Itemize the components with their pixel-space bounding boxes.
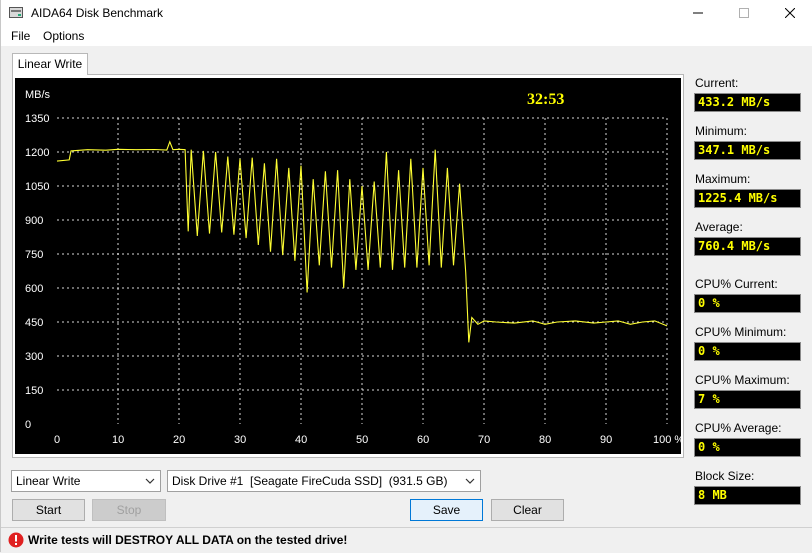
y-tick-label: 0 — [25, 419, 31, 431]
cpu-current-value: 0 % — [694, 294, 801, 313]
y-tick-label: 1050 — [25, 181, 49, 193]
status-bar: Write tests will DESTROY ALL DATA on the… — [1, 527, 812, 553]
current-label: Current: — [695, 76, 739, 90]
chart-background — [15, 78, 681, 454]
warning-text: Write tests will DESTROY ALL DATA on the… — [28, 533, 348, 547]
start-button[interactable]: Start — [12, 499, 85, 521]
chevron-down-icon — [144, 472, 156, 490]
block-size-label: Block Size: — [695, 469, 755, 483]
cpu-current-label: CPU% Current: — [695, 277, 778, 291]
maximum-value: 1225.4 MB/s — [694, 189, 801, 208]
minimize-button[interactable] — [675, 0, 721, 26]
cpu-average-value: 0 % — [694, 438, 801, 457]
y-tick-label: 1200 — [25, 147, 49, 159]
app-window: AIDA64 Disk Benchmark File Options Linea… — [0, 0, 812, 552]
maximize-button[interactable] — [721, 0, 767, 26]
y-tick-label: 450 — [25, 317, 43, 329]
drive-value: Disk Drive #1 [Seagate FireCuda SSD] (93… — [172, 474, 448, 488]
cpu-maximum-value: 7 % — [694, 390, 801, 409]
x-tick-label: 80 — [539, 434, 551, 446]
y-tick-label: 300 — [25, 351, 43, 363]
disk-icon — [9, 7, 23, 18]
x-tick-label: 40 — [295, 434, 307, 446]
drive-select[interactable]: Disk Drive #1 [Seagate FireCuda SSD] (93… — [167, 470, 481, 492]
tab-linear-write[interactable]: Linear Write — [12, 53, 88, 75]
current-value: 433.2 MB/s — [694, 93, 801, 112]
minimize-icon — [693, 12, 703, 14]
close-icon — [785, 8, 795, 18]
minimum-value: 347.1 MB/s — [694, 141, 801, 160]
x-tick-label: 90 — [600, 434, 612, 446]
y-axis-unit-label: MB/s — [25, 89, 51, 101]
average-value: 760.4 MB/s — [694, 237, 801, 256]
y-tick-label: 1350 — [25, 113, 49, 125]
x-tick-label: 70 — [478, 434, 490, 446]
y-tick-label: 900 — [25, 215, 43, 227]
y-tick-label: 600 — [25, 283, 43, 295]
x-tick-label: 100 % — [653, 434, 681, 446]
maximum-label: Maximum: — [695, 172, 751, 186]
x-tick-label: 20 — [173, 434, 185, 446]
y-tick-label: 750 — [25, 249, 43, 261]
menu-bar: File Options — [1, 26, 812, 46]
close-button[interactable] — [767, 0, 812, 26]
clear-button[interactable]: Clear — [491, 499, 564, 521]
stop-button[interactable]: Stop — [92, 499, 166, 521]
benchmark-chart: 0 150 300 450 600 750 900 1050 1200 1350 0 10 20 30 40… — [15, 78, 681, 454]
y-tick-label: 150 — [25, 385, 43, 397]
chevron-down-icon — [464, 472, 476, 490]
x-tick-label: 60 — [417, 434, 429, 446]
average-label: Average: — [695, 220, 743, 234]
elapsed-timer: 32:53 — [527, 91, 564, 108]
window-title: AIDA64 Disk Benchmark — [31, 6, 164, 20]
x-tick-label: 30 — [234, 434, 246, 446]
cpu-minimum-value: 0 % — [694, 342, 801, 361]
warning-icon — [8, 532, 24, 548]
x-tick-label: 10 — [112, 434, 124, 446]
cpu-minimum-label: CPU% Minimum: — [695, 325, 787, 339]
title-bar: AIDA64 Disk Benchmark — [1, 0, 812, 26]
test-type-value: Linear Write — [16, 474, 81, 488]
save-button[interactable]: Save — [410, 499, 483, 521]
x-tick-label: 0 — [54, 434, 60, 446]
cpu-average-label: CPU% Average: — [695, 421, 782, 435]
menu-file[interactable]: File — [11, 29, 30, 43]
cpu-maximum-label: CPU% Maximum: — [695, 373, 790, 387]
x-tick-label: 50 — [356, 434, 368, 446]
maximize-icon — [739, 8, 749, 18]
block-size-value: 8 MB — [694, 486, 801, 505]
menu-options[interactable]: Options — [43, 29, 84, 43]
test-type-select[interactable]: Linear Write — [11, 470, 161, 492]
minimum-label: Minimum: — [695, 124, 748, 138]
